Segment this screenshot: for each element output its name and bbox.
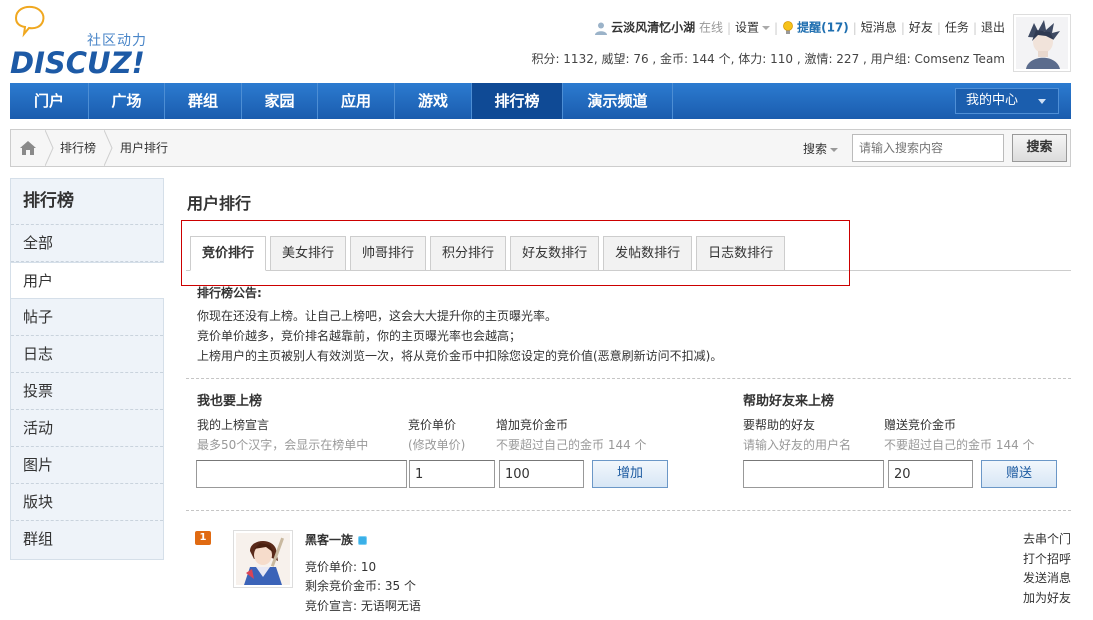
entry-slogan: 竞价宣言: 无语啊无语: [305, 599, 421, 613]
friend-form-heading: 帮助好友来上榜: [743, 394, 835, 409]
notice-line: 竞价单价越多，竞价排名越靠前，你的主页曝光率也会越高；: [197, 329, 522, 343]
sidebar-title: 排行榜: [11, 179, 163, 225]
gift-input[interactable]: [888, 460, 973, 488]
main-nav: 门户 广场 群组 家园 应用 游戏 排行榜 演示频道 我的中心: [10, 83, 1071, 119]
edit-price-link[interactable]: (修改单价): [408, 436, 465, 453]
nav-item[interactable]: 门户: [10, 83, 89, 119]
entry-remaining-coins: 剩余竞价金币: 35 个: [305, 579, 416, 593]
avatar-image: [236, 533, 290, 585]
notice-title: 排行榜公告:: [197, 286, 262, 300]
section-divider: [186, 510, 1071, 511]
sidebar-item[interactable]: 图片: [11, 447, 163, 484]
visit-link[interactable]: 去串个门: [1023, 530, 1071, 550]
friend-label: 要帮助的好友: [743, 418, 816, 432]
price-label: 竞价单价: [408, 418, 457, 432]
slogan-input[interactable]: [196, 460, 407, 488]
user-menu: 云淡风清忆小湖 在线 | 设置 | 提醒(17) | 短消息 | 好友 | 任务 | 退出: [594, 18, 1005, 36]
search-input[interactable]: [852, 134, 1004, 162]
gift-label: 赠送竞价金币: [884, 418, 957, 432]
discuz-logo[interactable]: 社区动力 DISCUZ!: [10, 4, 160, 80]
gift-button[interactable]: 赠送: [981, 460, 1057, 488]
my-center-button[interactable]: 我的中心: [955, 88, 1059, 114]
entry-actions: 去串个门 打个招呼 发送消息 加为好友: [1023, 530, 1071, 608]
chevron-down-icon: [1038, 99, 1046, 104]
search-type-label: 搜索: [803, 142, 828, 156]
nav-item[interactable]: 群组: [165, 83, 242, 119]
user-icon: [595, 22, 608, 35]
page-title: 用户排行: [187, 194, 252, 213]
add-friend-link[interactable]: 加为好友: [1023, 589, 1071, 609]
friend-hint: 请输入好友的用户名: [743, 438, 852, 452]
sidebar-item[interactable]: 群组: [11, 521, 163, 558]
chevron-down-icon[interactable]: [762, 25, 771, 30]
tasks-link[interactable]: 任务: [945, 21, 969, 35]
breadcrumb: 排行榜 用户排行 搜索 搜索: [10, 129, 1071, 167]
sidebar-item[interactable]: 版块: [11, 484, 163, 521]
nav-item[interactable]: 广场: [89, 83, 165, 119]
chevron-down-icon: [830, 147, 839, 152]
slogan-hint: 最多50个汉字，会显示在榜单中: [197, 438, 369, 452]
breadcrumb-separator-icon: [45, 130, 54, 166]
coins-input[interactable]: [499, 460, 584, 488]
settings-link[interactable]: 设置: [735, 21, 759, 35]
add-coins-button[interactable]: 增加: [592, 460, 668, 488]
nav-item[interactable]: 排行榜: [472, 83, 563, 119]
entry-avatar[interactable]: [233, 530, 293, 588]
sidebar-item[interactable]: 全部: [11, 225, 163, 262]
messages-link[interactable]: 短消息: [861, 21, 897, 35]
online-status: 在线: [698, 20, 723, 35]
search-button[interactable]: 搜索: [1012, 134, 1067, 162]
rank-badge: 1: [195, 531, 211, 545]
price-input[interactable]: [409, 460, 495, 488]
notice: 排行榜公告: 你现在还没有上榜。让自己上榜吧，这会大大提升你的主页曝光率。 竞价…: [197, 283, 722, 366]
username-link[interactable]: 云淡风清忆小湖: [611, 21, 695, 35]
sidebar: 排行榜 全部 用户 帖子 日志 投票 活动 图片 版块 群组: [10, 178, 164, 560]
remind-link[interactable]: 提醒(17): [797, 21, 849, 35]
bulb-icon: [783, 20, 793, 34]
sidebar-item[interactable]: 用户: [11, 262, 164, 299]
send-message-link[interactable]: 发送消息: [1023, 569, 1071, 589]
section-divider: [186, 378, 1071, 379]
sidebar-item[interactable]: 活动: [11, 410, 163, 447]
user-avatar[interactable]: [1013, 14, 1071, 72]
user-stats: 积分: 1132, 威望: 76 , 金币: 144 个, 体力: 110 , …: [531, 52, 1005, 66]
notice-line: 你现在还没有上榜。让自己上榜吧，这会大大提升你的主页曝光率。: [197, 309, 558, 323]
search-type-select[interactable]: 搜索: [803, 140, 839, 157]
sidebar-item[interactable]: 投票: [11, 373, 163, 410]
avatar-image: [1016, 17, 1068, 69]
sidebar-item[interactable]: 帖子: [11, 299, 163, 336]
breadcrumb-separator-icon: [104, 130, 113, 166]
my-center-label: 我的中心: [966, 93, 1019, 108]
self-form-heading: 我也要上榜: [197, 394, 263, 409]
slogan-label: 我的上榜宣言: [197, 418, 270, 432]
notice-line: 上榜用户的主页被别人有效浏览一次，将从竞价金币中扣除您设定的竞价值(恶意刷新访问…: [197, 349, 723, 363]
breadcrumb-item-user-rank[interactable]: 用户排行: [120, 130, 168, 166]
nav-item[interactable]: 应用: [318, 83, 395, 119]
poke-link[interactable]: 打个招呼: [1023, 550, 1071, 570]
highlight-annotation-box: [181, 220, 850, 286]
online-status-icon: [358, 536, 368, 545]
friend-input[interactable]: [743, 460, 884, 488]
coins-hint: 不要超过自己的金币 144 个: [496, 438, 647, 452]
logout-link[interactable]: 退出: [981, 21, 1005, 35]
breadcrumb-item-rank[interactable]: 排行榜: [60, 130, 96, 166]
nav-item[interactable]: 演示频道: [563, 83, 673, 119]
entry-price: 竞价单价: 10: [305, 560, 377, 574]
gift-hint: 不要超过自己的金币 144 个: [884, 438, 1035, 452]
sidebar-item[interactable]: 日志: [11, 336, 163, 373]
entry-name[interactable]: 黑客一族: [305, 531, 368, 548]
nav-item[interactable]: 家园: [242, 83, 318, 119]
nav-item[interactable]: 游戏: [395, 83, 472, 119]
entry-name-text: 黑客一族: [305, 533, 354, 547]
friends-link[interactable]: 好友: [909, 21, 933, 35]
logo-brand: DISCUZ!: [10, 46, 145, 80]
coins-label: 增加竞价金币: [496, 418, 569, 432]
home-icon[interactable]: [19, 140, 37, 156]
logo-bubble-icon: [14, 5, 45, 38]
